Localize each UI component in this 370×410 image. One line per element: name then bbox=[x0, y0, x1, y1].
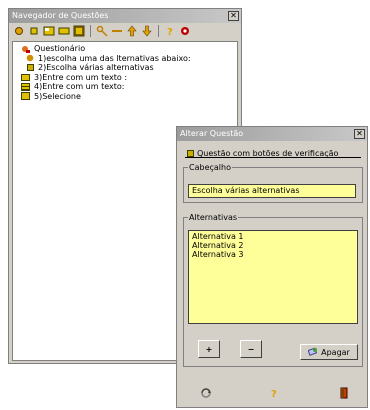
select-icon bbox=[21, 92, 30, 101]
tree-item[interactable]: 3)Entre com um texto : bbox=[17, 73, 233, 83]
tree-item[interactable]: 4)Entre com um texto: bbox=[17, 82, 233, 92]
tree-item-label: 5)Selecione bbox=[34, 91, 81, 101]
alternatives-list[interactable]: Alternativa 1 Alternativa 2 Alternativa … bbox=[188, 230, 358, 324]
navigator-titlebar[interactable]: Navegador de Questões ✕ bbox=[9, 9, 241, 23]
tree-item-label: 4)Entre com um texto: bbox=[34, 82, 125, 92]
header-fieldset: Cabeçalho Escolha várias alternativas bbox=[183, 163, 363, 203]
editor-title: Alterar Questão bbox=[180, 129, 244, 138]
down-icon[interactable] bbox=[141, 25, 153, 37]
navigator-close-button[interactable]: ✕ bbox=[228, 11, 239, 21]
settings-icon[interactable] bbox=[179, 25, 191, 37]
tree-item-label: 3)Entre com um texto : bbox=[34, 72, 128, 82]
add-label: + bbox=[205, 344, 213, 354]
navigator-title: Navegador de Questões bbox=[12, 11, 109, 20]
dash-icon[interactable] bbox=[111, 25, 123, 37]
tree-item[interactable]: 1)escolha uma das lternativas abaixo: bbox=[17, 54, 233, 64]
delete-label: Apagar bbox=[321, 347, 350, 357]
checkbox-icon[interactable] bbox=[187, 150, 194, 157]
tree-item-label: 1)escolha uma das lternativas abaixo: bbox=[38, 53, 191, 63]
svg-text:?: ? bbox=[271, 389, 277, 399]
add-button[interactable]: + bbox=[198, 340, 220, 358]
key-icon[interactable] bbox=[96, 25, 108, 37]
alternatives-fieldset: Alternativas Alternativa 1 Alternativa 2… bbox=[183, 213, 363, 367]
eraser-icon bbox=[307, 347, 318, 358]
dark-box-icon[interactable] bbox=[73, 25, 85, 37]
tree-item-label: 2)Escolha várias alternativas bbox=[38, 63, 154, 73]
tree-item[interactable]: 2)Escolha várias alternativas bbox=[17, 63, 233, 73]
remove-icon[interactable] bbox=[28, 25, 40, 37]
move-icon[interactable] bbox=[43, 25, 55, 37]
help-icon[interactable]: ? bbox=[267, 387, 281, 401]
alternatives-legend: Alternativas bbox=[189, 213, 238, 222]
editor-window: Alterar Questão ✕ Questão com botões de … bbox=[176, 126, 368, 408]
remove-button[interactable]: − bbox=[240, 340, 262, 358]
questionnaire-icon bbox=[21, 45, 31, 53]
refresh-icon[interactable] bbox=[199, 387, 213, 401]
textarea-icon bbox=[21, 82, 30, 91]
list-item[interactable]: Alternativa 1 bbox=[192, 232, 354, 241]
up-icon[interactable] bbox=[126, 25, 138, 37]
editor-close-button[interactable]: ✕ bbox=[354, 129, 365, 139]
tree-root[interactable]: Questionário bbox=[17, 44, 233, 54]
textfield-icon bbox=[21, 73, 30, 81]
editor-titlebar[interactable]: Alterar Questão ✕ bbox=[177, 127, 367, 141]
tree-root-label: Questionário bbox=[34, 44, 86, 54]
plus-icon[interactable] bbox=[13, 25, 25, 37]
exit-icon[interactable] bbox=[337, 387, 351, 401]
help-icon[interactable]: ? bbox=[164, 25, 176, 37]
toolbar-separator bbox=[158, 25, 159, 37]
remove-label: − bbox=[247, 344, 255, 354]
header-input[interactable]: Escolha várias alternativas bbox=[188, 184, 356, 198]
checkbox-icon bbox=[27, 64, 34, 72]
radio-icon bbox=[25, 54, 35, 63]
navigator-toolbar: ? bbox=[9, 23, 241, 39]
list-item[interactable]: Alternativa 2 bbox=[192, 241, 354, 250]
svg-text:?: ? bbox=[167, 27, 173, 37]
delete-button[interactable]: Apagar bbox=[300, 344, 358, 360]
header-legend: Cabeçalho bbox=[189, 163, 231, 172]
toolbar-separator bbox=[90, 25, 91, 37]
box-icon[interactable] bbox=[58, 25, 70, 37]
tree-item[interactable]: 5)Selecione bbox=[17, 92, 233, 102]
checkbox-underline bbox=[185, 157, 361, 158]
list-item[interactable]: Alternativa 3 bbox=[192, 250, 354, 259]
